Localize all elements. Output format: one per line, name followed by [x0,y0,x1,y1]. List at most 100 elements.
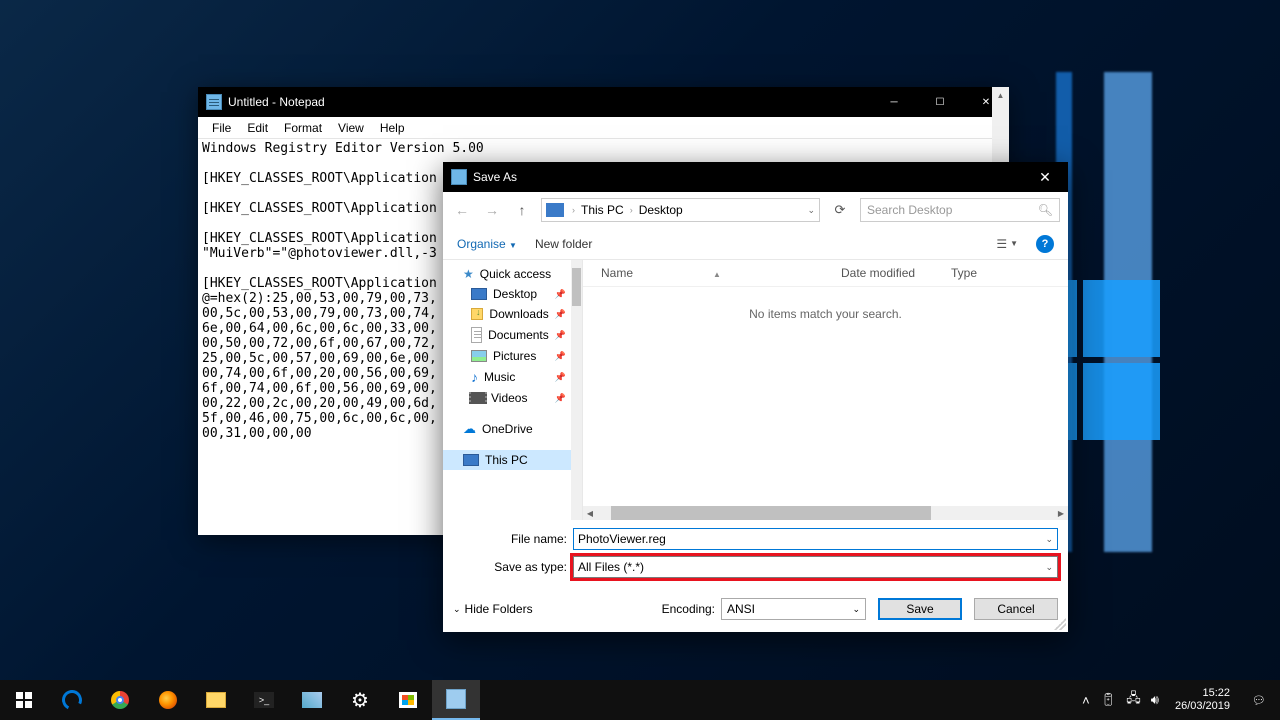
folder-icon [206,692,226,708]
hide-folders-button[interactable]: ⌄ Hide Folders [453,602,533,616]
filetype-select[interactable]: All Files (*.*) ⌄ [573,556,1058,578]
dialog-navbar: ← → ↑ › This PC › Desktop ⌄ ⟳ Search Des… [443,192,1068,228]
dialog-toolbar: Organise ▼ New folder ☰ ▼ ? [443,228,1068,260]
cancel-button[interactable]: Cancel [974,598,1058,620]
breadcrumb[interactable]: › This PC › Desktop ⌄ [541,198,820,222]
save-as-dialog: Save As ✕ ← → ↑ › This PC › Desktop ⌄ ⟳ … [443,162,1068,632]
taskbar-explorer[interactable] [192,680,240,720]
nav-desktop[interactable]: Desktop 📌 [443,284,582,304]
taskbar-paint[interactable] [288,680,336,720]
search-placeholder: Search Desktop [867,203,952,217]
file-columns-header[interactable]: Name▲ Date modified Type [583,260,1068,287]
column-name[interactable]: Name [601,266,633,280]
firefox-icon [159,691,177,709]
search-input[interactable]: Search Desktop 🔍︎ [860,198,1060,222]
encoding-label: Encoding: [662,602,715,616]
clock-time: 15:22 [1203,687,1231,700]
nav-quick-access[interactable]: ★ Quick access [443,264,582,284]
clock-date: 26/03/2019 [1175,700,1230,713]
filetype-row: Save as type: All Files (*.*) ⌄ [453,556,1058,578]
gear-icon: ⚙ [351,688,369,713]
nav-music[interactable]: ♪ Music 📌 [443,366,582,388]
nav-pane-scrollbar[interactable] [571,260,582,520]
scrollbar-thumb[interactable] [611,506,931,520]
menu-view[interactable]: View [330,119,372,137]
tray-up-icon[interactable]: ˄ [1082,693,1090,708]
chevron-down-icon[interactable]: ⌄ [1045,534,1053,545]
view-options-button[interactable]: ☰ ▼ [996,237,1018,251]
new-folder-button[interactable]: New folder [535,237,592,251]
nav-documents[interactable]: Documents 📌 [443,324,582,346]
breadcrumb-current[interactable]: Desktop [635,203,687,217]
scroll-right-icon[interactable]: ▶ [1054,506,1068,520]
back-button[interactable]: ← [451,199,473,221]
start-button[interactable] [0,680,48,720]
battery-icon[interactable]: 🔋︎ [1100,692,1117,708]
taskbar-settings[interactable]: ⚙ [336,680,384,720]
notepad-icon [446,689,466,709]
downloads-icon [471,308,483,320]
chevron-down-icon[interactable]: ⌄ [1045,562,1053,573]
scroll-left-icon[interactable]: ◀ [583,506,597,520]
notepad-titlebar[interactable]: Untitled - Notepad ─ ☐ ✕ [198,87,1009,117]
column-type[interactable]: Type [951,266,977,280]
cloud-icon: ☁ [463,421,476,437]
nav-pictures[interactable]: Pictures 📌 [443,346,582,366]
pictures-icon [471,350,487,362]
taskbar-store[interactable] [384,680,432,720]
menu-format[interactable]: Format [276,119,330,137]
volume-icon[interactable]: 🔊︎ [1151,692,1159,708]
menu-file[interactable]: File [204,119,239,137]
videos-icon [471,392,485,404]
chrome-icon [111,691,129,709]
resize-grip[interactable] [1054,618,1066,630]
taskbar-notepad[interactable] [432,680,480,720]
scroll-up-icon[interactable]: ▲ [992,87,1009,104]
encoding-select[interactable]: ANSI ⌄ [721,598,866,620]
menu-help[interactable]: Help [372,119,413,137]
taskbar-chrome[interactable] [96,680,144,720]
taskbar-terminal[interactable]: >_ [240,680,288,720]
pin-icon: 📌 [555,309,566,320]
maximize-button[interactable]: ☐ [917,87,963,117]
dialog-bottom-bar: ⌄ Hide Folders Encoding: ANSI ⌄ Save Can… [443,592,1068,630]
filename-input[interactable]: PhotoViewer.reg ⌄ [573,528,1058,550]
store-icon [399,692,417,708]
taskbar-clock[interactable]: 15:22 26/03/2019 [1167,687,1238,713]
taskbar-firefox[interactable] [144,680,192,720]
taskbar-edge[interactable] [48,680,96,720]
save-dialog-titlebar[interactable]: Save As ✕ [443,162,1068,192]
network-icon[interactable]: 🖧︎ [1126,689,1141,711]
save-button[interactable]: Save [878,598,962,620]
refresh-button[interactable]: ⟳ [828,198,852,222]
up-button[interactable]: ↑ [511,199,533,221]
music-icon: ♪ [471,369,478,385]
minimize-button[interactable]: ─ [871,87,917,117]
system-tray[interactable]: ˄ 🔋︎ 🖧︎ 🔊︎ [1074,689,1167,711]
taskbar: >_ ⚙ ˄ 🔋︎ 🖧︎ 🔊︎ 15:22 26/03/2019 💬︎ [0,680,1280,720]
pin-icon: 📌 [555,289,566,300]
horizontal-scrollbar[interactable]: ◀ ▶ [583,506,1068,520]
chevron-down-icon[interactable]: ⌄ [807,205,815,216]
filetype-label: Save as type: [453,560,573,574]
nav-onedrive[interactable]: ☁ OneDrive [443,418,582,440]
notepad-title: Untitled - Notepad [228,95,325,109]
nav-this-pc[interactable]: This PC [443,450,582,470]
notifications-icon[interactable]: 💬︎ [1244,694,1274,707]
chevron-down-icon: ▼ [509,241,517,250]
breadcrumb-root[interactable]: This PC [577,203,628,217]
column-date[interactable]: Date modified [841,266,951,280]
notepad-icon [206,94,222,110]
close-button[interactable]: ✕ [1022,162,1068,192]
pc-icon [463,454,479,466]
pin-icon: 📌 [555,351,566,362]
nav-videos[interactable]: Videos 📌 [443,388,582,408]
forward-button[interactable]: → [481,199,503,221]
help-button[interactable]: ? [1036,235,1054,253]
desktop-icon [471,288,487,300]
menu-edit[interactable]: Edit [239,119,276,137]
navigation-pane: ★ Quick access Desktop 📌 Downloads 📌 Doc… [443,260,583,520]
nav-downloads[interactable]: Downloads 📌 [443,304,582,324]
organise-button[interactable]: Organise ▼ [457,237,517,251]
chevron-down-icon[interactable]: ⌄ [852,604,860,615]
